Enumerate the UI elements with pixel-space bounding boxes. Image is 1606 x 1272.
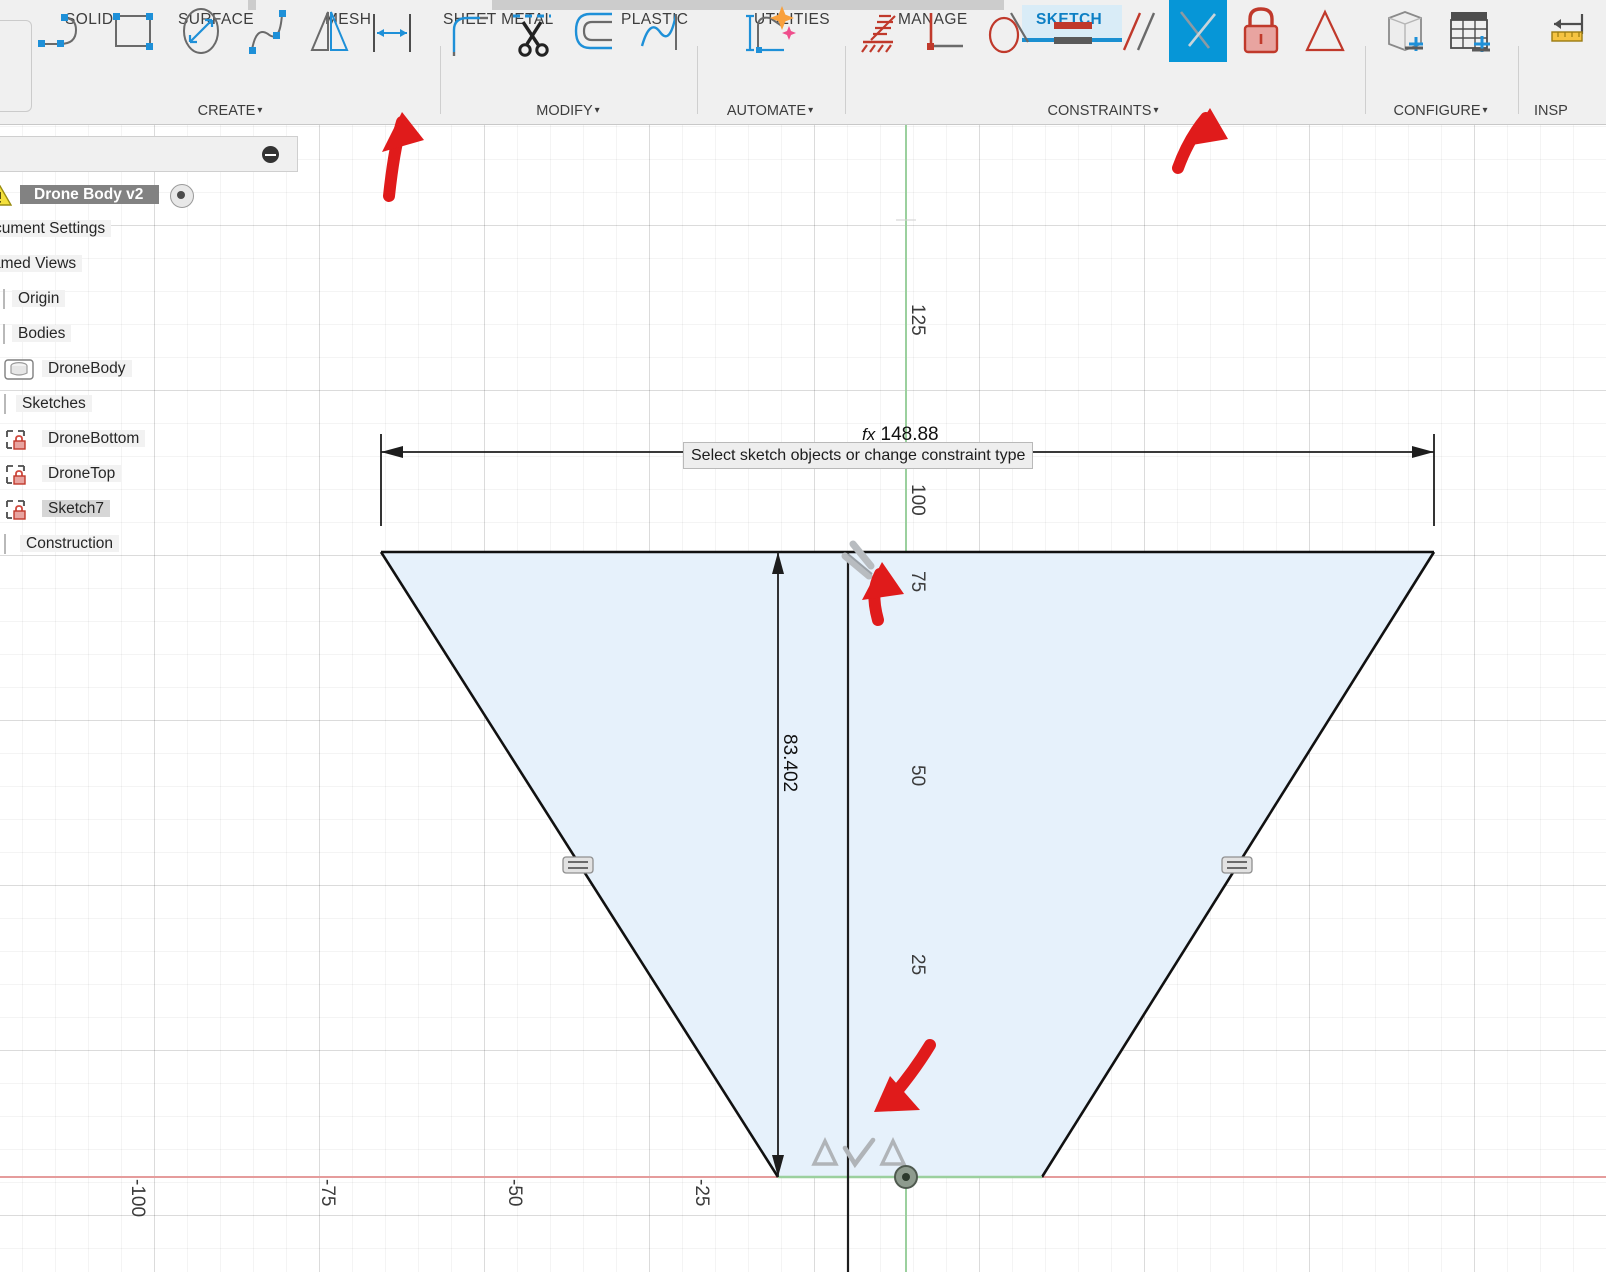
tree-row-label: DroneBody [42, 360, 132, 377]
tree-row-bodies[interactable]: Bodies [3, 321, 72, 347]
symmetry-icon[interactable] [1296, 0, 1354, 62]
midpoint-icon[interactable] [1169, 0, 1227, 62]
tree-row-label: Sketch7 [42, 500, 111, 517]
tree-row-dronebody[interactable]: DroneBody [4, 356, 132, 382]
tree-guide-line [3, 324, 5, 344]
ribbon: SOLID SURFACE MESH SHEET METAL PLASTIC U… [0, 0, 1606, 125]
tree-row-label: Origin [12, 290, 66, 307]
tree-root-label: Drone Body v2 [20, 185, 160, 204]
rectangle-icon[interactable] [105, 0, 163, 62]
profile-fill [381, 552, 1434, 1177]
tree-guide-line [4, 534, 6, 554]
circle-icon[interactable] [172, 0, 230, 62]
tree-row-label: Construction [20, 535, 120, 552]
configure-table-icon[interactable] [1440, 0, 1498, 62]
tree-row-sketches[interactable]: Sketches [4, 391, 92, 417]
perpendicular-icon[interactable] [917, 0, 975, 62]
sketch-canvas[interactable]: fx 148.88 83.402 125 100 75 50 25 -100 -… [0, 124, 1606, 1272]
mirror-icon[interactable] [300, 0, 358, 62]
warning-icon [0, 185, 12, 206]
y-tick-25: 25 [907, 954, 928, 976]
tree-row-root[interactable]: Drone Body v2 [0, 182, 194, 208]
auto-constrain-sparkle-icon[interactable] [740, 0, 798, 62]
curvature-icon[interactable] [632, 0, 690, 62]
panel-configure-label: CONFIGURE ▾ [1393, 103, 1488, 119]
tree-row-named-views[interactable]: amed Views [0, 251, 83, 277]
dim-arrow-right [1412, 446, 1434, 458]
sketch-locked-icon [6, 430, 26, 450]
sketch-locked-icon [6, 500, 26, 520]
tangent-icon[interactable] [980, 0, 1038, 62]
equal-icon[interactable] [1044, 0, 1102, 62]
y-tick-125: 125 [907, 304, 928, 336]
tree-guide-line [3, 289, 5, 309]
y-tick-50: 50 [907, 765, 928, 787]
panel-create-label: CREATE ▾ [197, 103, 263, 119]
fillet-icon[interactable] [440, 0, 498, 62]
tree-row-dronebottom[interactable]: DroneBottom [6, 426, 146, 452]
equal-constraint-left [562, 856, 594, 874]
tree-row-sketch7[interactable]: Sketch7 [6, 496, 111, 522]
origin-point [894, 1165, 918, 1189]
offset-icon[interactable] [568, 0, 626, 62]
spline-icon[interactable] [240, 0, 298, 62]
divider-4 [1365, 46, 1366, 114]
status-tooltip: Select sketch objects or change constrai… [683, 442, 1034, 469]
data-panel-stub [0, 20, 32, 112]
panel-modify-label: MODIFY ▾ [536, 103, 600, 119]
panel-automate-label: AUTOMATE ▾ [726, 103, 814, 119]
configure-body-icon[interactable] [1375, 0, 1433, 62]
panel-inspect-label: INSP [1534, 103, 1568, 119]
tree-row-label: DroneBottom [42, 430, 146, 447]
tree-row-document-settings[interactable]: cument Settings [0, 216, 112, 242]
y-tick-75: 75 [907, 571, 928, 593]
x-tick-neg25: -25 [691, 1179, 712, 1207]
tree-row-label: amed Views [0, 255, 83, 272]
tree-row-construction[interactable]: Construction [4, 531, 120, 557]
height-dimension-text[interactable]: 83.402 [778, 734, 800, 792]
fix-ground-icon[interactable] [853, 0, 911, 62]
collapse-all-icon[interactable] [262, 146, 279, 163]
x-tick-neg100: -100 [127, 1179, 148, 1218]
trim-scissors-icon[interactable] [505, 0, 563, 62]
tree-row-label: Bodies [12, 325, 72, 342]
sketch-geometry [0, 124, 1606, 1272]
dim-arrow-left [381, 446, 403, 458]
equal-constraint-right [1221, 856, 1253, 874]
sketch-locked-icon [6, 465, 26, 485]
line-icon[interactable] [32, 0, 90, 62]
divider-2 [697, 46, 698, 114]
measure-icon[interactable] [1546, 0, 1604, 62]
tree-row-label: Sketches [16, 395, 92, 412]
tree-row-origin[interactable]: Origin [3, 286, 66, 312]
x-tick-neg50: -50 [504, 1179, 525, 1207]
tree-guide-line [4, 394, 6, 414]
tree-row-label: DroneTop [42, 465, 122, 482]
tree-row-dronetop[interactable]: DroneTop [6, 461, 122, 487]
browser-header [0, 136, 298, 172]
dimension-icon[interactable] [363, 0, 421, 62]
y-tick-100: 100 [907, 484, 928, 516]
parallel-icon[interactable] [1108, 0, 1166, 62]
body-icon [4, 359, 34, 380]
panel-constraints-label: CONSTRAINTS ▾ [1047, 103, 1159, 119]
x-tick-neg75: -75 [317, 1179, 338, 1207]
visibility-eye-icon[interactable] [170, 184, 194, 208]
divider-5 [1518, 46, 1519, 114]
divider-3 [845, 46, 846, 114]
fix-lock-icon[interactable] [1232, 0, 1290, 62]
tree-row-label: cument Settings [0, 220, 112, 237]
